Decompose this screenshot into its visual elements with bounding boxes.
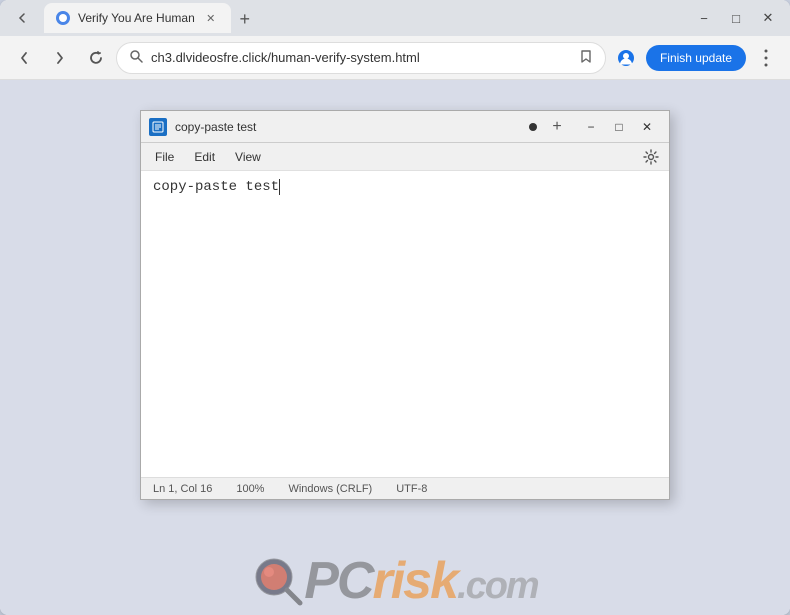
browser-window: Verify You Are Human ✕ + − □ ✕ xyxy=(0,0,790,615)
active-tab[interactable]: Verify You Are Human ✕ xyxy=(44,3,231,33)
tab-strip: Verify You Are Human ✕ + xyxy=(8,3,259,33)
notepad-close-button[interactable]: ✕ xyxy=(633,113,661,141)
notepad-menu-edit[interactable]: Edit xyxy=(184,146,225,168)
address-bar[interactable]: ch3.dlvideosfre.click/human-verify-syste… xyxy=(116,42,606,74)
close-button[interactable]: ✕ xyxy=(754,4,782,32)
window-controls: − □ ✕ xyxy=(690,4,782,32)
notepad-unsaved-indicator xyxy=(529,123,537,131)
browser-back-button[interactable] xyxy=(8,4,36,32)
encoding: UTF-8 xyxy=(396,483,427,495)
notepad-menu-bar: File Edit View xyxy=(141,143,669,171)
pcrisk-logo: PCrisk.com xyxy=(252,555,537,607)
finish-update-button[interactable]: Finish update xyxy=(646,45,746,71)
notepad-app-icon xyxy=(149,118,167,136)
pcrisk-magnifier-icon xyxy=(252,555,304,607)
notepad-maximize-button[interactable]: □ xyxy=(605,113,633,141)
notepad-menu-file[interactable]: File xyxy=(145,146,184,168)
tab-close-button[interactable]: ✕ xyxy=(203,10,219,26)
notepad-minimize-button[interactable]: − xyxy=(577,113,605,141)
tab-favicon xyxy=(56,11,70,25)
maximize-button[interactable]: □ xyxy=(722,4,750,32)
editor-content: copy-paste test xyxy=(153,179,280,195)
profile-button[interactable] xyxy=(610,42,642,74)
watermark: PCrisk.com xyxy=(0,555,790,607)
search-icon xyxy=(129,49,143,66)
toolbar-right: Finish update xyxy=(610,42,782,74)
notepad-editor[interactable]: copy-paste test xyxy=(141,171,669,477)
nav-bar: ch3.dlvideosfre.click/human-verify-syste… xyxy=(0,36,790,80)
zoom-level: 100% xyxy=(236,483,264,495)
bookmark-icon xyxy=(579,49,593,66)
menu-button[interactable] xyxy=(750,42,782,74)
notepad-menu-view[interactable]: View xyxy=(225,146,271,168)
notepad-new-tab-button[interactable]: + xyxy=(545,115,569,139)
pcrisk-text: PCrisk.com xyxy=(304,555,537,607)
text-cursor xyxy=(279,179,280,195)
notepad-title: copy-paste test xyxy=(175,120,521,134)
notepad-titlebar: copy-paste test + − □ ✕ xyxy=(141,111,669,143)
refresh-button[interactable] xyxy=(80,42,112,74)
url-display: ch3.dlvideosfre.click/human-verify-syste… xyxy=(151,50,571,65)
tab-title: Verify You Are Human xyxy=(78,11,195,25)
notepad-window: copy-paste test + − □ ✕ File Edit View xyxy=(140,110,670,500)
title-bar: Verify You Are Human ✕ + − □ ✕ xyxy=(0,0,790,36)
forward-button[interactable] xyxy=(44,42,76,74)
tab-bar: Verify You Are Human ✕ + xyxy=(40,3,259,33)
notepad-statusbar: Ln 1, Col 16 100% Windows (CRLF) UTF-8 xyxy=(141,477,669,499)
back-button[interactable] xyxy=(8,42,40,74)
notepad-window-controls: − □ ✕ xyxy=(577,113,661,141)
minimize-button[interactable]: − xyxy=(690,4,718,32)
line-ending: Windows (CRLF) xyxy=(288,483,372,495)
notepad-settings-button[interactable] xyxy=(637,143,665,171)
content-area: copy-paste test + − □ ✕ File Edit View xyxy=(0,80,790,615)
cursor-position: Ln 1, Col 16 xyxy=(153,483,212,495)
new-tab-button[interactable]: + xyxy=(231,5,259,33)
